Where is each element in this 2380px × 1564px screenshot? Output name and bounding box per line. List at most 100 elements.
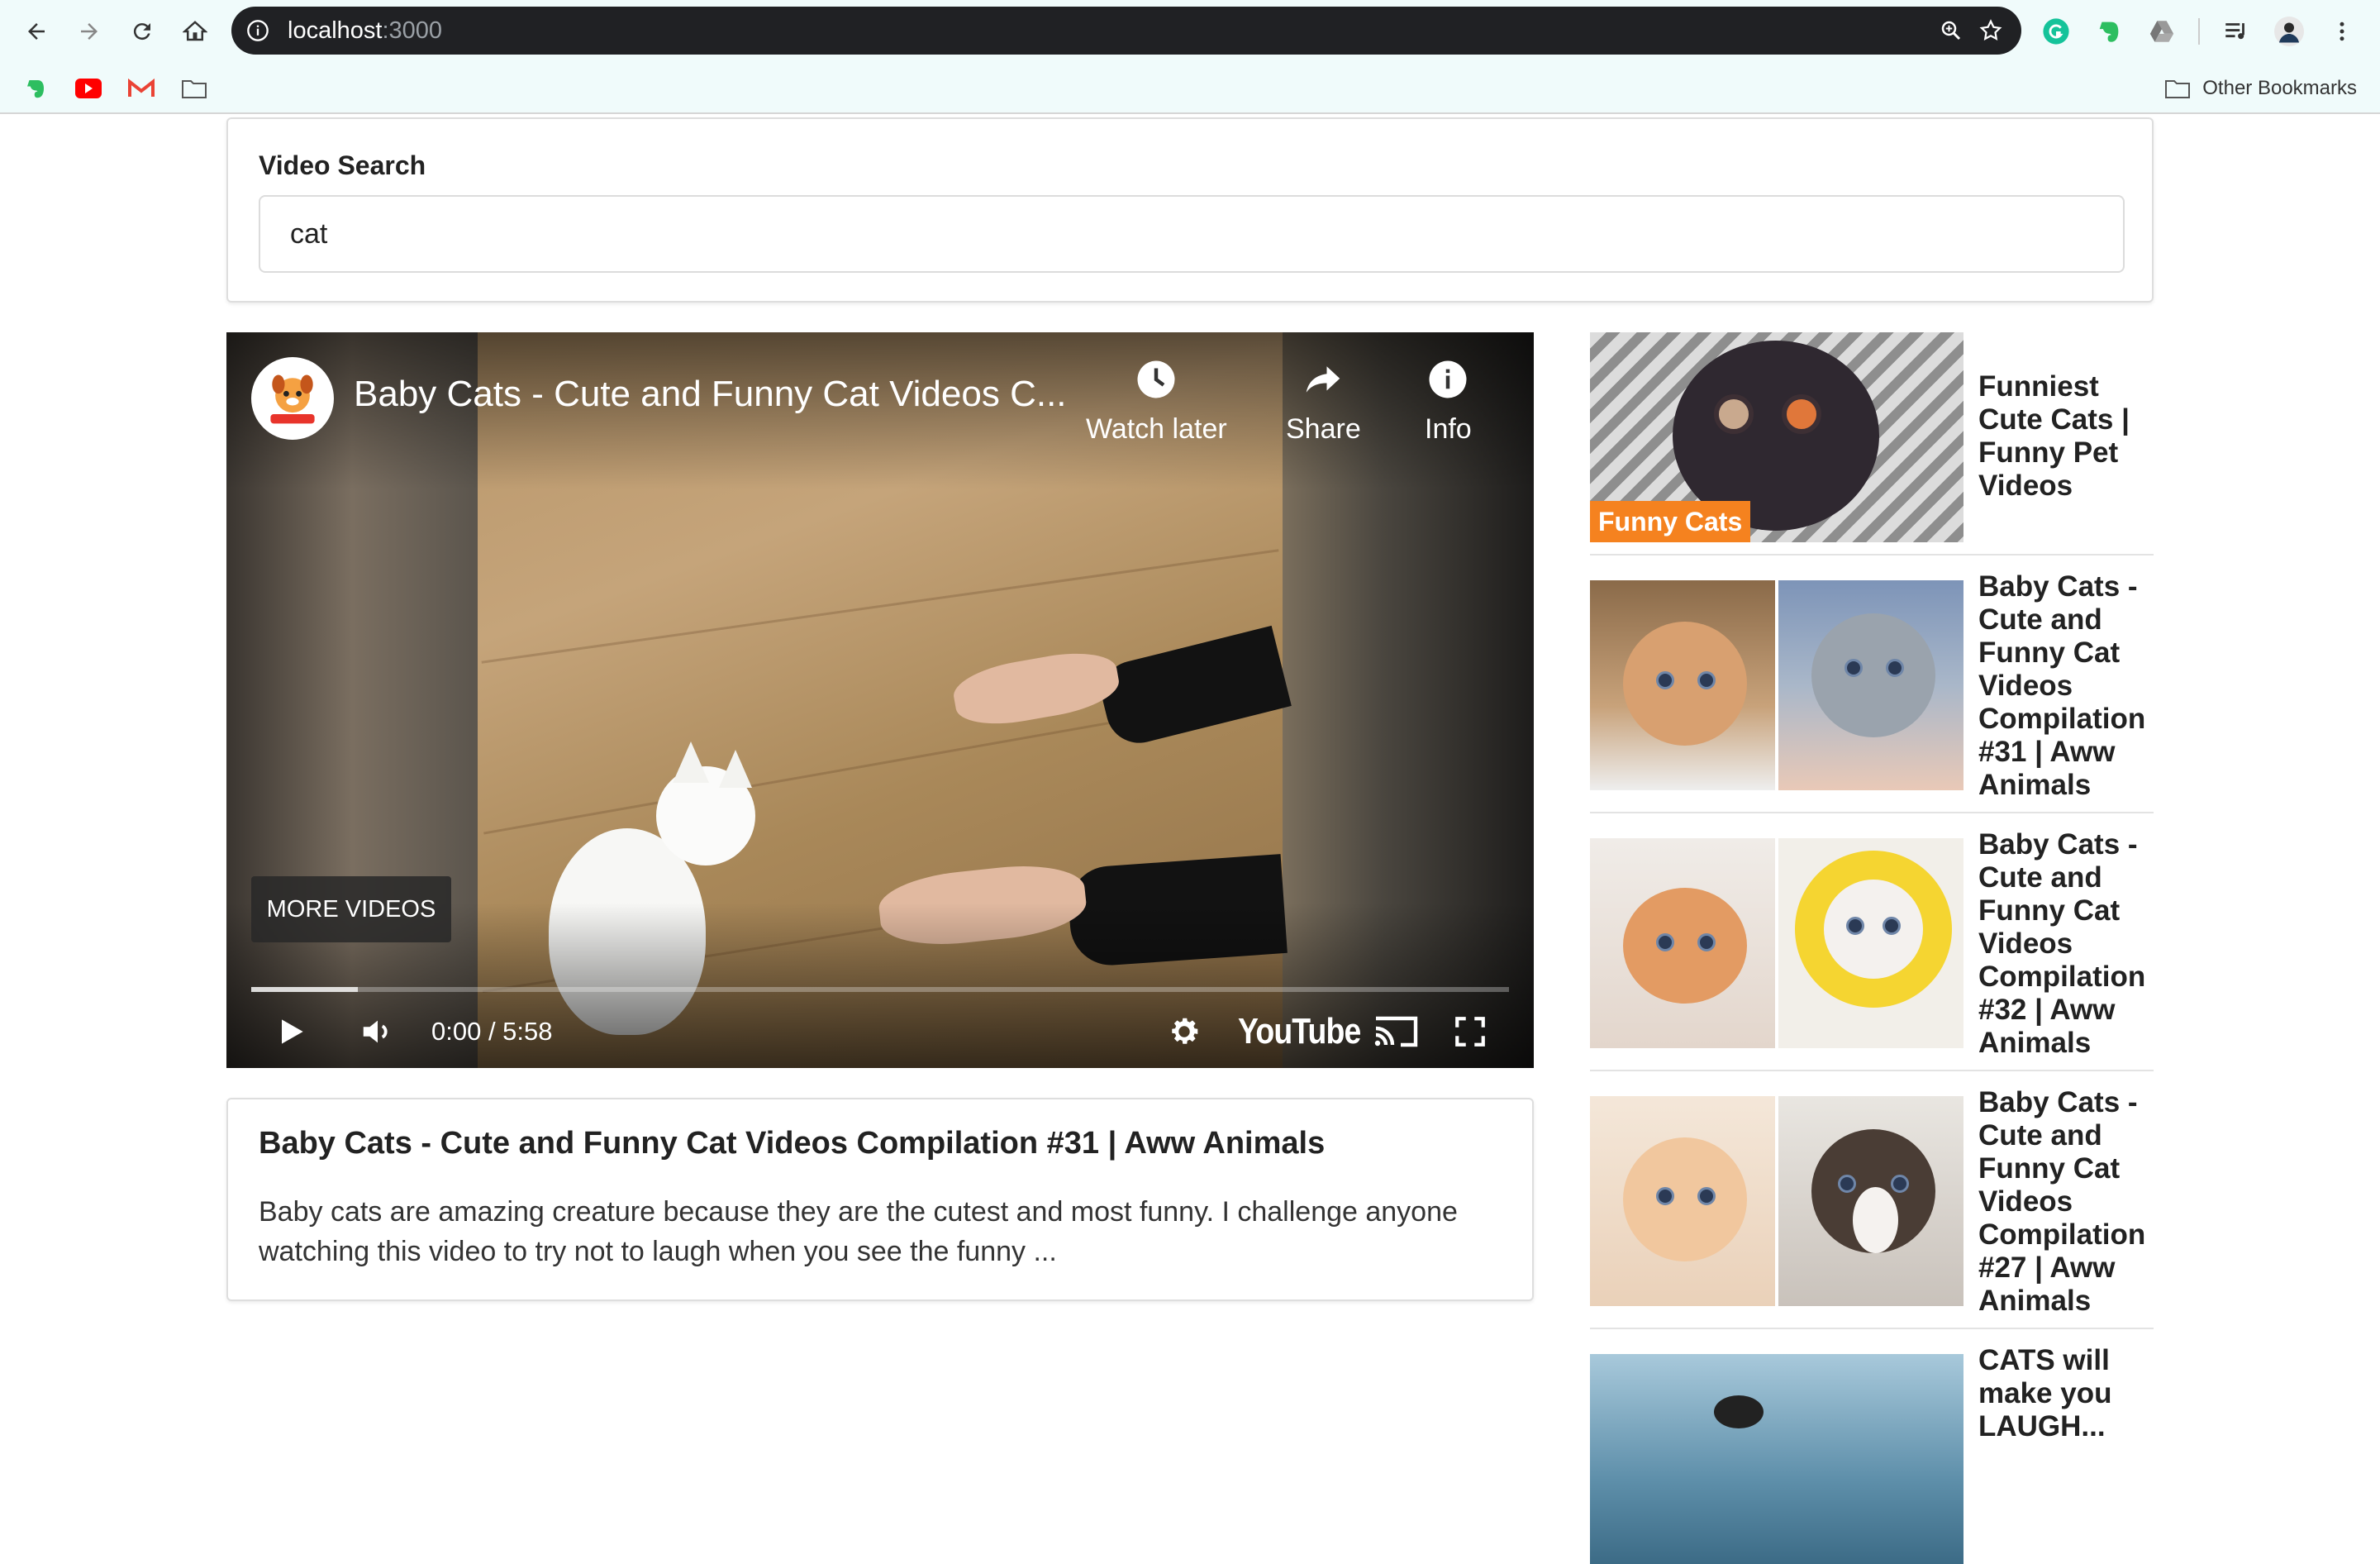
video-thumbnail[interactable] bbox=[1590, 838, 1963, 1048]
video-list-item[interactable]: Baby Cats - Cute and Funny Cat Videos Co… bbox=[1590, 556, 2154, 813]
gmail-icon bbox=[128, 79, 155, 97]
share-label: Share bbox=[1286, 413, 1361, 445]
thumb-half-left bbox=[1590, 580, 1775, 790]
time-display: 0:00 / 5:58 bbox=[431, 1017, 553, 1046]
forward-arrow-icon bbox=[81, 23, 98, 40]
kitten-eye bbox=[1697, 671, 1716, 689]
reload-icon bbox=[133, 23, 150, 41]
back-button[interactable] bbox=[17, 12, 56, 51]
kebab-menu-icon bbox=[2340, 21, 2344, 41]
folder-icon bbox=[182, 80, 207, 98]
more-videos-button[interactable]: MORE VIDEOS bbox=[251, 876, 451, 942]
channel-logo[interactable] bbox=[251, 357, 334, 440]
browser-menu-button[interactable] bbox=[2327, 17, 2357, 46]
evernote-extension[interactable] bbox=[2094, 17, 2124, 46]
zoom-icon[interactable] bbox=[1939, 18, 1963, 43]
video-list-title[interactable]: Baby Cats - Cute and Funny Cat Videos Co… bbox=[1978, 1086, 2154, 1318]
video-list-title[interactable]: CATS will make you LAUGH... bbox=[1978, 1344, 2154, 1443]
drive-extension[interactable] bbox=[2147, 17, 2177, 46]
folder-icon bbox=[2165, 80, 2191, 98]
video-list-title[interactable]: Baby Cats - Cute and Funny Cat Videos Co… bbox=[1978, 570, 2154, 802]
kitten-eye bbox=[1886, 659, 1904, 677]
mute-button[interactable] bbox=[359, 1008, 397, 1055]
bookmarks-bar: Other Bookmarks bbox=[0, 63, 2380, 114]
video-thumbnail[interactable] bbox=[1590, 580, 1963, 790]
toolbar-divider bbox=[2198, 18, 2200, 45]
evernote-icon bbox=[2099, 21, 2119, 42]
thumb-half-right bbox=[1778, 580, 1963, 790]
playlist-icon bbox=[2225, 23, 2244, 40]
kitten-eye bbox=[1656, 1187, 1674, 1205]
kitten-eye bbox=[1846, 917, 1864, 935]
progress-bar-played bbox=[251, 987, 359, 992]
kitten-muzzle bbox=[1853, 1187, 1898, 1253]
kitten-face bbox=[1623, 1137, 1747, 1261]
drive-icon bbox=[2149, 21, 2174, 42]
bookmark-youtube[interactable] bbox=[74, 74, 102, 103]
kitten-face bbox=[1824, 880, 1923, 979]
reload-button[interactable] bbox=[122, 12, 162, 51]
video-list-item[interactable]: Funny Cats Funniest Cute Cats | Funny Pe… bbox=[1590, 332, 2154, 556]
browser-toolbar: localhost:3000 bbox=[0, 0, 2380, 63]
other-bookmarks[interactable]: Other Bookmarks bbox=[2164, 63, 2357, 114]
forward-button[interactable] bbox=[69, 12, 109, 51]
info-label: Info bbox=[1425, 413, 1472, 445]
share-button[interactable]: Share bbox=[1286, 357, 1361, 446]
video-list-title[interactable]: Baby Cats - Cute and Funny Cat Videos Co… bbox=[1978, 828, 2154, 1060]
search-label: Video Search bbox=[259, 150, 426, 180]
kitten-eye bbox=[1656, 933, 1674, 951]
url-text[interactable]: localhost:3000 bbox=[288, 7, 442, 55]
bookmark-gmail[interactable] bbox=[127, 74, 155, 103]
info-button[interactable]: Info bbox=[1425, 357, 1472, 446]
thumbnail-badge: Funny Cats bbox=[1590, 501, 1751, 542]
thumb-half-right bbox=[1778, 1096, 1963, 1306]
address-bar[interactable]: localhost:3000 bbox=[231, 7, 2021, 55]
bookmark-folder[interactable] bbox=[180, 74, 208, 103]
cat-eye-left bbox=[1714, 394, 1754, 434]
thumb-half-left bbox=[1590, 1096, 1775, 1306]
profile-avatar[interactable] bbox=[2274, 17, 2304, 46]
watch-later-label: Watch later bbox=[1086, 413, 1227, 445]
thumb-half-left bbox=[1590, 838, 1775, 1048]
video-list-item[interactable]: CATS will make you LAUGH... bbox=[1590, 1329, 2154, 1564]
video-list-item[interactable]: Baby Cats - Cute and Funny Cat Videos Co… bbox=[1590, 1071, 2154, 1329]
player-video-title[interactable]: Baby Cats - Cute and Funny Cat Videos C.… bbox=[354, 374, 1067, 415]
progress-bar[interactable] bbox=[251, 987, 1509, 992]
video-thumbnail[interactable]: Funny Cats bbox=[1590, 332, 1963, 542]
search-input[interactable] bbox=[259, 195, 2125, 273]
video-player[interactable]: Baby Cats - Cute and Funny Cat Videos C.… bbox=[226, 332, 1534, 1068]
video-thumbnail[interactable] bbox=[1590, 1354, 1963, 1564]
site-info-icon[interactable] bbox=[246, 19, 269, 42]
video-thumbnail[interactable] bbox=[1590, 1096, 1963, 1306]
home-button[interactable] bbox=[175, 12, 215, 51]
kitten-ear bbox=[719, 750, 752, 788]
grammarly-extension[interactable] bbox=[2041, 17, 2071, 46]
kitten-ear bbox=[673, 741, 709, 783]
url-port: :3000 bbox=[382, 17, 443, 44]
info-icon bbox=[1429, 360, 1467, 398]
kitten-eye bbox=[1838, 1175, 1856, 1193]
kitten-face bbox=[1623, 888, 1747, 1004]
media-control-button[interactable] bbox=[2221, 17, 2251, 46]
volume-icon bbox=[363, 1020, 388, 1043]
video-list-item[interactable]: Baby Cats - Cute and Funny Cat Videos Co… bbox=[1590, 813, 2154, 1071]
cast-button[interactable] bbox=[1372, 1008, 1420, 1055]
other-bookmarks-label: Other Bookmarks bbox=[2202, 77, 2357, 99]
youtube-logo[interactable]: YouTube bbox=[1238, 1008, 1361, 1055]
search-bar-card: Video Search bbox=[226, 117, 2154, 303]
gear-icon bbox=[1172, 1018, 1198, 1044]
kitten-face bbox=[1623, 622, 1747, 746]
bookmark-evernote[interactable] bbox=[21, 74, 50, 103]
video-detail-description: Baby cats are amazing creature because t… bbox=[259, 1196, 1458, 1267]
floor-line bbox=[481, 549, 1279, 664]
kitten-eye bbox=[1883, 917, 1901, 935]
settings-button[interactable] bbox=[1165, 1008, 1203, 1055]
fullscreen-button[interactable] bbox=[1453, 1008, 1488, 1055]
kitten-eye bbox=[1697, 1187, 1716, 1205]
video-list-title[interactable]: Funniest Cute Cats | Funny Pet Videos bbox=[1978, 370, 2154, 503]
kitten-eye bbox=[1891, 1175, 1909, 1193]
bookmark-star-icon[interactable] bbox=[1978, 18, 2003, 43]
watch-later-button[interactable]: Watch later bbox=[1086, 357, 1227, 446]
fullscreen-icon bbox=[1455, 1017, 1485, 1047]
play-button[interactable] bbox=[273, 1008, 309, 1055]
